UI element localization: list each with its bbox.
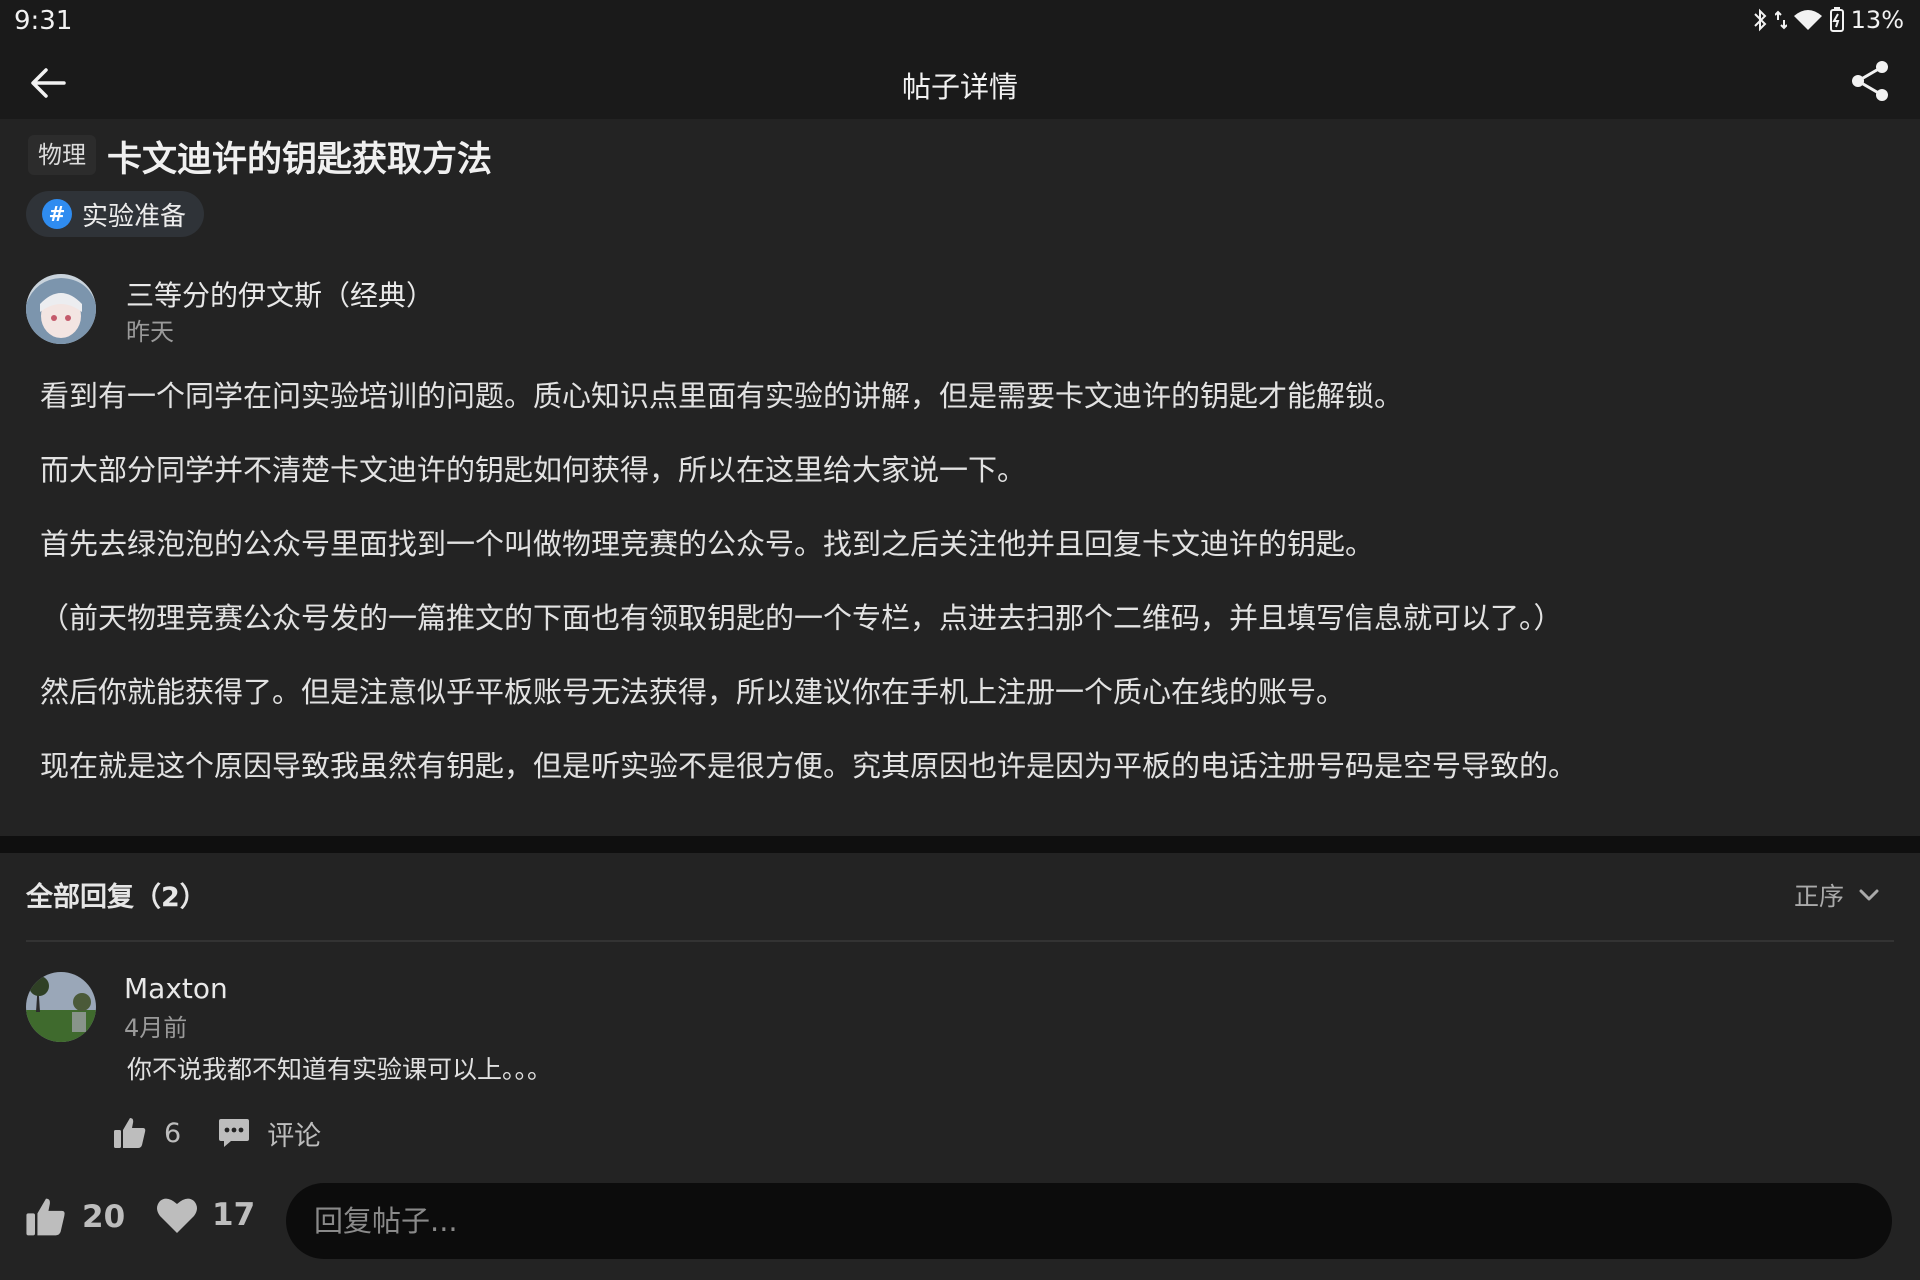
comment-text: 你不说我都不知道有实验课可以上。。。 [127,1055,553,1084]
author-row: 三等分的伊文斯（经典） 昨天 [26,274,826,346]
post-like-count: 20 [82,1199,126,1235]
post-paragraph: 首先去绿泡泡的公众号里面找到一个叫做物理竞赛的公众号。找到之后关注他并且回复卡文… [40,527,1375,561]
page-title: 帖子详情 [901,70,1018,104]
replies-header: 全部回复（2） 正序 [0,853,1920,941]
post-title: 卡文迪许的钥匙获取方法 [107,140,493,180]
comment-reply-label[interactable]: 评论 [267,1114,321,1153]
avatar[interactable] [26,274,96,344]
bluetooth-icon [1753,8,1767,32]
post-favorite-button[interactable]: 17 [156,1195,255,1235]
status-icons: 13% [1751,6,1904,34]
comment-icon[interactable] [217,1117,251,1149]
battery-level: 13% [1850,6,1904,34]
comment-like-count: 6 [164,1117,182,1149]
hashtag-icon: # [42,199,72,229]
post-paragraph: （前天物理竞赛公众号发的一篇推文的下面也有领取钥匙的一个专栏，点进去扫那个二维码… [40,601,1563,635]
author-name[interactable]: 三等分的伊文斯（经典） [126,274,434,314]
post-detail: 物理 卡文迪许的钥匙获取方法 # 实验准备 三等分的伊文斯（经典） 昨天 看到有… [0,119,1920,836]
comment-actions: 6 评论 [112,1110,321,1156]
subject-tag: 物理 [28,135,96,175]
battery-icon [1829,7,1844,32]
anime-avatar-icon [26,274,96,344]
comment-author[interactable]: Maxton [124,972,228,1005]
status-time: 9:31 [14,6,73,36]
data-arrows-icon [1774,10,1787,30]
bottom-bar: 20 17 [0,1165,1920,1280]
landscape-avatar-icon [26,972,96,1042]
post-body: 看到有一个同学在问实验培训的问题。质心知识点里面有实验的讲解，但是需要卡文迪许的… [40,381,1880,825]
section-divider [0,836,1920,853]
chevron-down-icon [1859,889,1879,901]
reply-input[interactable] [286,1183,1892,1259]
comment-item: Maxton 4月前 你不说我都不知道有实验课可以上。。。 6 评论 [0,942,1920,1182]
post-favorite-count: 17 [212,1197,256,1233]
topic-label: 实验准备 [82,201,187,232]
post-time: 昨天 [126,318,174,346]
wifi-icon [1793,10,1822,30]
heart-icon [157,1198,197,1233]
post-paragraph: 现在就是这个原因导致我虽然有钥匙，但是听实验不是很方便。究其原因也许是因为平板的… [40,749,1578,783]
post-paragraph: 看到有一个同学在问实验培训的问题。质心知识点里面有实验的讲解，但是需要卡文迪许的… [40,379,1404,413]
thumbs-up-icon[interactable] [112,1115,148,1151]
post-paragraph: 而大部分同学并不清楚卡文迪许的钥匙如何获得，所以在这里给大家说一下。 [40,453,1027,487]
status-bar: 9:31 13% [0,0,1920,44]
app-bar: 帖子详情 [0,44,1920,119]
topic-chip[interactable]: # 实验准备 [26,191,205,237]
thumbs-up-icon [26,1198,65,1236]
replies-count-label: 全部回复（2） [26,882,207,913]
sort-label: 正序 [1793,882,1844,911]
post-like-button[interactable]: 20 [24,1195,125,1239]
avatar[interactable] [26,972,96,1042]
post-paragraph: 然后你就能获得了。但是注意似乎平板账号无法获得，所以建议你在手机上注册一个质心在… [40,675,1346,709]
share-icon[interactable] [1848,58,1892,104]
comment-time: 4月前 [124,1014,188,1042]
sort-dropdown[interactable]: 正序 [1794,877,1880,913]
